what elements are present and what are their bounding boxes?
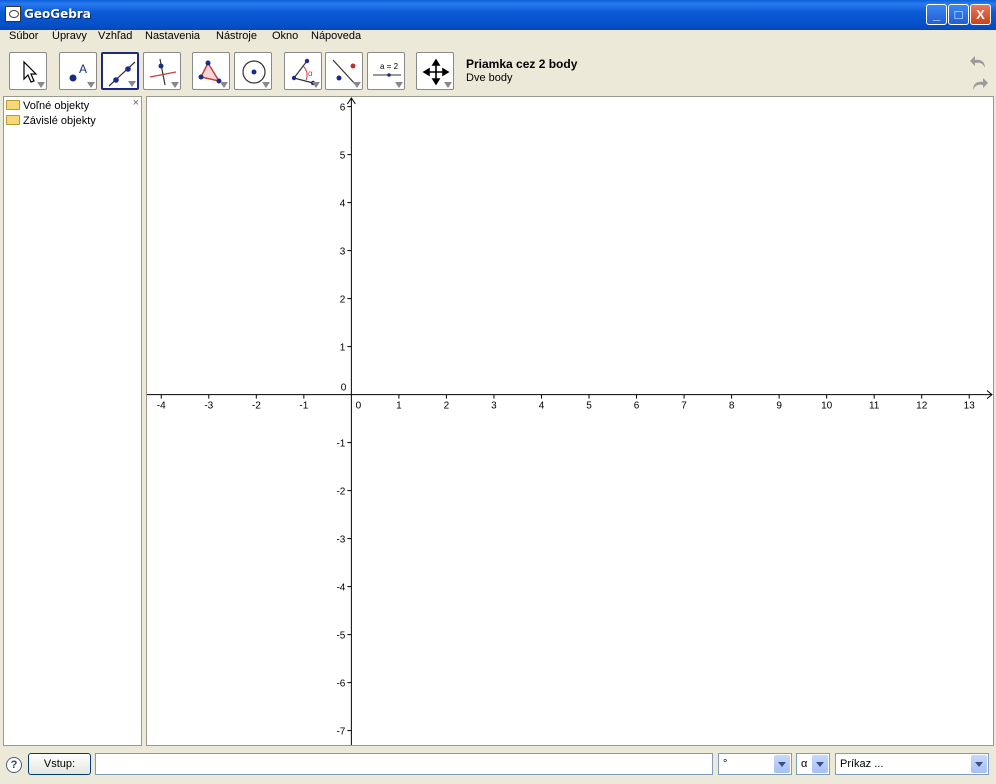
redo-icon[interactable]: [969, 74, 989, 94]
perpendicular-line-tool-button[interactable]: [143, 52, 181, 90]
coordinate-plane[interactable]: -4 -3 -2 -1 0 1 2 3 4 5 6 7 8 9 10 11 12 136543210-1-2-3-…: [147, 97, 993, 745]
dropdown-arrow-icon[interactable]: [971, 755, 987, 773]
minimize-button[interactable]: _: [926, 4, 947, 25]
greek-symbol-select[interactable]: α: [796, 753, 830, 775]
svg-text:A: A: [79, 62, 87, 76]
y-tick-label: 4: [340, 199, 346, 210]
x-tick-label: 11: [869, 401, 880, 412]
menu-window[interactable]: Okno: [272, 30, 298, 42]
y-tick-label: 6: [340, 103, 346, 114]
x-tick-label: 12: [916, 401, 928, 412]
slider-tool-label: a = 2: [380, 62, 399, 71]
polygon-tool-button[interactable]: [192, 52, 230, 90]
y-tick-label: 5: [340, 151, 346, 162]
x-tick-label: 0: [356, 401, 362, 412]
algebra-view: × Voľné objekty Závislé objekty: [3, 96, 142, 746]
undo-icon[interactable]: [969, 52, 989, 72]
line-through-two-points-tool-button[interactable]: [101, 52, 139, 90]
input-field[interactable]: [95, 753, 713, 775]
y-tick-label: -2: [336, 487, 345, 498]
x-tick-label: 6: [634, 401, 640, 412]
x-tick-label: 3: [491, 401, 497, 412]
toolbar: A α a = 2 Priamka cez 2 body Dve body: [0, 46, 996, 96]
folder-icon: [6, 115, 20, 126]
algebra-close-icon[interactable]: ×: [133, 97, 139, 109]
x-tick-label: 1: [396, 401, 402, 412]
x-tick-label: -1: [299, 401, 308, 412]
angle-tool-button[interactable]: α: [284, 52, 322, 90]
y-tick-label: 2: [340, 295, 346, 306]
y-tick-label: 3: [340, 247, 346, 258]
command-select[interactable]: Príkaz ...: [835, 753, 989, 775]
y-tick-label: 1: [340, 343, 346, 354]
input-bar: ? Vstup: ° α Príkaz ...: [0, 746, 996, 784]
tool-help-title: Priamka cez 2 body: [466, 57, 578, 71]
x-tick-label: 4: [539, 401, 545, 412]
tree-item-dependent-objects[interactable]: Závislé objekty: [6, 115, 96, 129]
y-tick-label: -5: [336, 631, 345, 642]
dropdown-arrow-icon[interactable]: [774, 755, 790, 773]
move-tool-button[interactable]: [9, 52, 47, 90]
slider-tool-button[interactable]: a = 2: [367, 52, 405, 90]
dropdown-arrow-icon[interactable]: [812, 755, 828, 773]
close-button[interactable]: X: [970, 4, 991, 25]
geogebra-app-icon: [5, 6, 21, 22]
y-tick-label: -1: [336, 439, 345, 450]
x-tick-label: -2: [252, 401, 261, 412]
menu-bar: Súbor Úpravy Vzhľad Nastavenia Nástroje …: [0, 30, 996, 46]
y-tick-label: -7: [336, 727, 345, 738]
x-tick-label: 5: [586, 401, 592, 412]
x-tick-label: 2: [444, 401, 450, 412]
circle-tool-button[interactable]: [234, 52, 272, 90]
x-tick-label: -4: [157, 401, 166, 412]
x-tick-label: 10: [821, 401, 833, 412]
window-title: GeoGebra: [24, 7, 91, 21]
title-bar: GeoGebra _ □ X: [0, 0, 996, 30]
y-tick-label: -4: [336, 583, 345, 594]
degree-symbol-select[interactable]: °: [718, 753, 792, 775]
svg-text:α: α: [308, 69, 313, 78]
maximize-button[interactable]: □: [948, 4, 969, 25]
graphics-view[interactable]: -4 -3 -2 -1 0 1 2 3 4 5 6 7 8 9 10 11 12 13 6 5 4 3 2 1 0 -1 -2 -3-…: [146, 96, 994, 746]
tree-item-label: Závislé objekty: [23, 115, 96, 127]
menu-view[interactable]: Vzhľad: [98, 30, 132, 42]
menu-tools[interactable]: Nástroje: [216, 30, 257, 42]
input-label-button[interactable]: Vstup:: [28, 753, 91, 775]
help-icon[interactable]: ?: [6, 757, 22, 773]
x-tick-label: 13: [964, 401, 976, 412]
y-tick-label: -6: [336, 679, 345, 690]
reflect-tool-button[interactable]: [325, 52, 363, 90]
menu-help[interactable]: Nápoveda: [311, 30, 361, 42]
x-tick-label: 8: [729, 401, 735, 412]
y-tick-label: -3: [336, 535, 345, 546]
point-tool-button[interactable]: A: [59, 52, 97, 90]
y-tick-label: 0: [341, 383, 347, 394]
menu-edit[interactable]: Úpravy: [52, 30, 87, 42]
menu-file[interactable]: Súbor: [9, 30, 38, 42]
x-tick-label: -3: [204, 401, 213, 412]
folder-icon: [6, 100, 20, 111]
tree-item-free-objects[interactable]: Voľné objekty: [6, 100, 89, 114]
x-tick-label: 9: [776, 401, 782, 412]
move-graphics-tool-button[interactable]: [416, 52, 454, 90]
tree-item-label: Voľné objekty: [23, 100, 90, 112]
x-tick-label: 7: [681, 401, 687, 412]
menu-options[interactable]: Nastavenia: [145, 30, 200, 42]
tool-help-description: Dve body: [466, 72, 513, 84]
